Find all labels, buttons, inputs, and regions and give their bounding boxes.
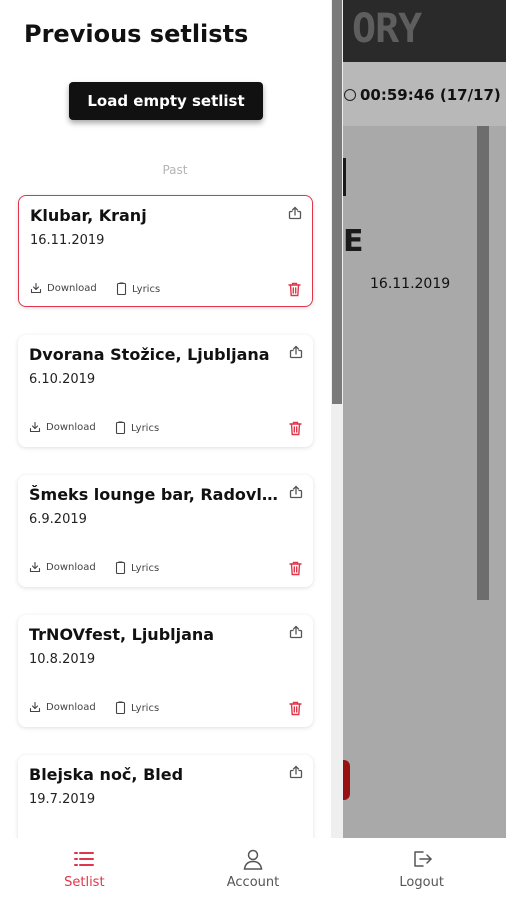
list-icon [74, 852, 95, 866]
download-button[interactable]: Download [29, 561, 96, 573]
lyrics-label: Lyrics [131, 562, 160, 574]
trash-icon[interactable] [288, 282, 301, 297]
drawer-header: Previous setlists Load empty setlist [0, 0, 343, 142]
setlist-card[interactable]: Šmeks lounge bar, Radovljica 6.9.2019 Down… [18, 475, 313, 587]
lyrics-icon [115, 701, 126, 715]
setlist-card[interactable]: Blejska noč, Bled19.7.2019DownloadLyrics [18, 755, 313, 838]
nav-label-account: Account [226, 875, 280, 890]
nav-label-logout: Logout [399, 875, 444, 890]
share-icon[interactable] [289, 765, 303, 779]
setlist-card[interactable]: TrNOVfest, Ljubljana 10.8.2019 Download Lyr… [18, 615, 313, 727]
setlist-name: Blejska noč, Bled [29, 765, 184, 784]
logout-icon [413, 851, 432, 867]
download-label: Download [46, 561, 96, 573]
download-button[interactable]: Download [29, 701, 96, 713]
setlist-date: 6.9.2019 [29, 512, 87, 527]
timer-text: 00:59:46 (17/17) [360, 86, 501, 104]
bottom-navigation: Setlist Account Logout [0, 838, 506, 900]
setlist-date: 10.8.2019 [29, 652, 96, 667]
download-icon [29, 701, 41, 713]
lyrics-label: Lyrics [131, 422, 160, 434]
lyrics-icon [115, 561, 126, 575]
previous-setlists-drawer: Previous setlists Load empty setlist Pas… [0, 0, 343, 838]
share-icon[interactable] [289, 625, 303, 639]
background-date: 16.11.2019 [370, 276, 451, 292]
download-button[interactable]: Download [30, 282, 97, 294]
nav-item-account[interactable]: Account [169, 838, 338, 900]
nav-item-logout[interactable]: Logout [337, 838, 506, 900]
setlist-name: Šmeks lounge bar, Radovljica [29, 485, 281, 504]
share-icon[interactable] [288, 206, 302, 220]
lyrics-button[interactable]: Lyrics [115, 561, 159, 575]
share-icon[interactable] [289, 345, 303, 359]
setlist-card[interactable]: Dvorana Stožice, Ljubljana 6.10.2019 Downl… [18, 335, 313, 447]
section-label-past: Past [162, 163, 188, 177]
setlist-date: 6.10.2019 [29, 372, 96, 387]
nav-item-setlist[interactable]: Setlist [0, 838, 169, 900]
download-button[interactable]: Download [29, 421, 96, 433]
background-timer: 00:59:46 (17/17) [344, 86, 501, 104]
clock-icon [344, 89, 356, 101]
setlist-name: Dvorana Stožice, Ljubljana [29, 345, 270, 364]
lyrics-label: Lyrics [132, 283, 161, 295]
lyrics-button[interactable]: Lyrics [115, 421, 159, 435]
lyrics-icon [115, 421, 126, 435]
nav-label-setlist: Setlist [64, 875, 105, 890]
trash-icon[interactable] [289, 701, 302, 716]
drawer-scrollbar-thumb[interactable] [332, 0, 342, 404]
download-icon [29, 561, 41, 573]
lyrics-icon [116, 282, 127, 296]
drawer-title: Previous setlists [24, 20, 249, 48]
download-icon [29, 421, 41, 433]
download-label: Download [47, 282, 97, 294]
lyrics-label: Lyrics [131, 702, 160, 714]
download-icon [30, 282, 42, 294]
share-icon[interactable] [289, 485, 303, 499]
setlist-date: 19.7.2019 [29, 792, 96, 807]
background-scrollbar [477, 126, 489, 600]
setlist-date: 16.11.2019 [30, 233, 105, 248]
trash-icon[interactable] [289, 421, 302, 436]
setlist-name: TrNOVfest, Ljubljana [29, 625, 215, 644]
lyrics-button[interactable]: Lyrics [115, 701, 159, 715]
download-label: Download [46, 421, 96, 433]
lyrics-button[interactable]: Lyrics [116, 282, 160, 296]
setlist-name: Klubar, Kranj [30, 206, 147, 225]
download-label: Download [46, 701, 96, 713]
user-icon [243, 849, 263, 870]
background-heading: E [343, 224, 364, 259]
background-logo: ORY [352, 6, 422, 52]
setlist-card[interactable]: Klubar, Kranj 16.11.2019 Download Lyrics [18, 195, 313, 307]
trash-icon[interactable] [289, 561, 302, 576]
load-empty-setlist-button[interactable]: Load empty setlist [69, 82, 263, 120]
